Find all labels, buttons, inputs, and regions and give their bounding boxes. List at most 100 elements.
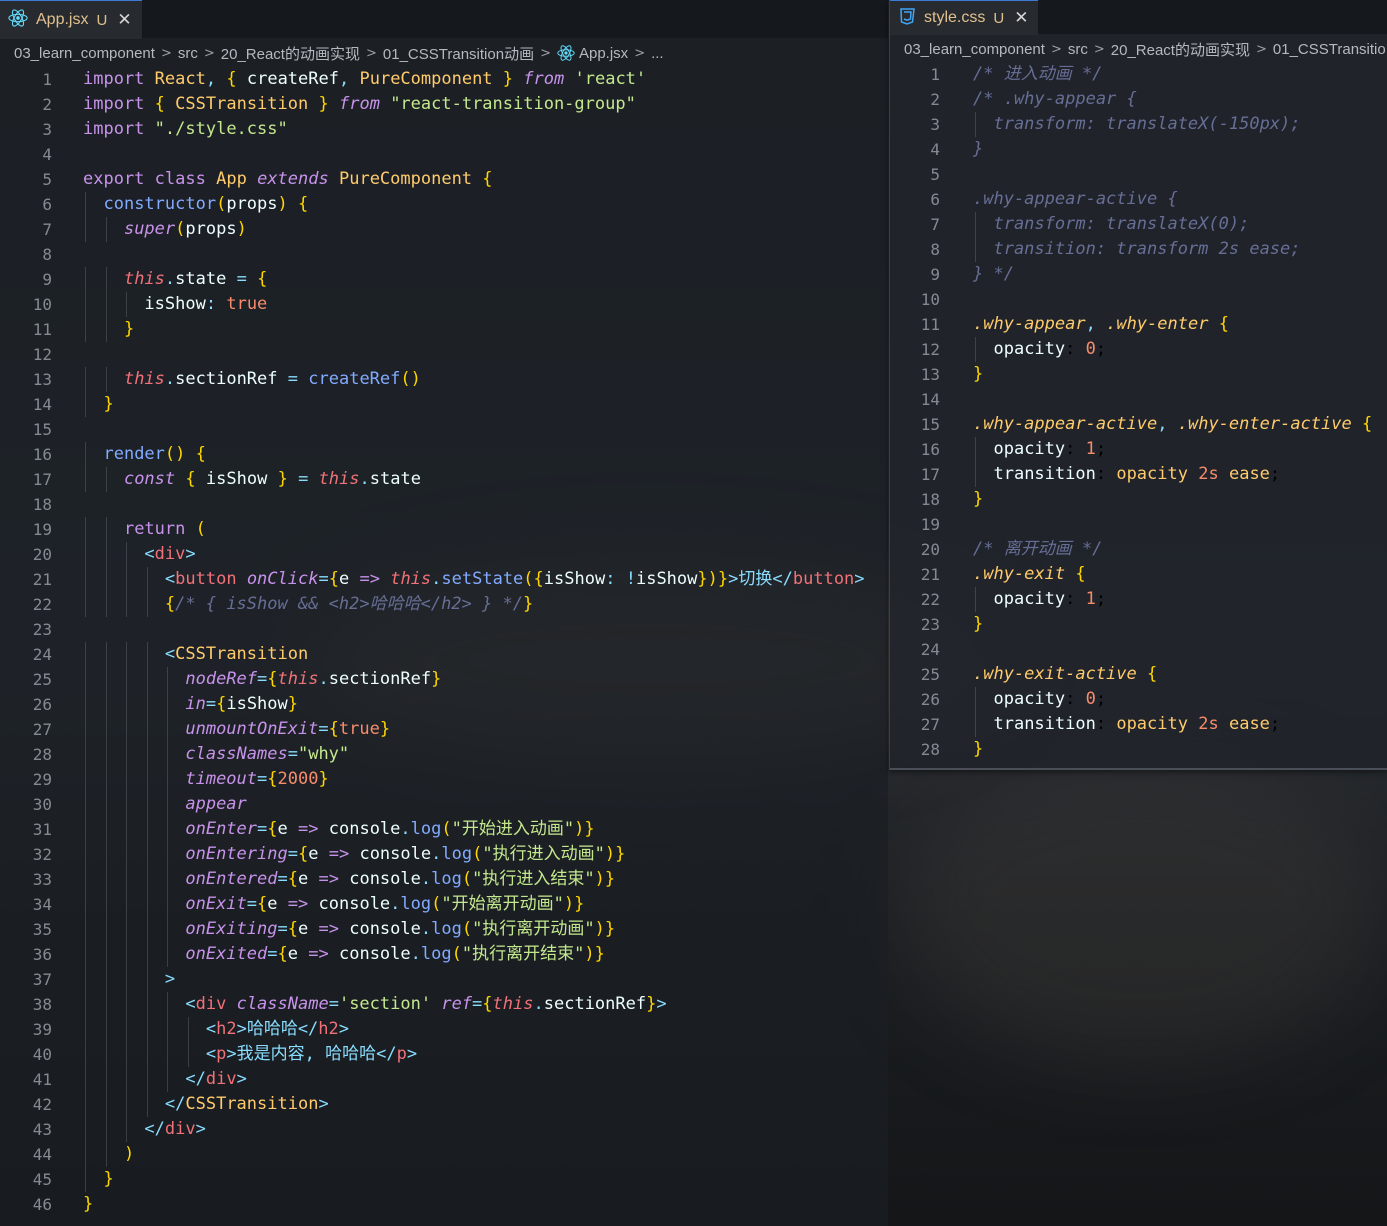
breadcrumb-item[interactable]: 03_learn_component bbox=[904, 41, 1045, 58]
code-line[interactable]: 6 .why-appear-active { bbox=[890, 187, 1387, 212]
code-line[interactable]: 27 unmountOnExit={true} bbox=[0, 717, 888, 742]
code-line[interactable]: 28} bbox=[890, 737, 1387, 762]
code-line[interactable]: 27 transition: opacity 2s ease; bbox=[890, 712, 1387, 737]
code-line[interactable]: 8 bbox=[0, 242, 888, 267]
code-line[interactable]: 25 .why-exit-active { bbox=[890, 662, 1387, 687]
line-number: 45 bbox=[32, 1170, 52, 1189]
breadcrumb-separator: > bbox=[1050, 41, 1062, 57]
code-line[interactable]: 33 onEntered={e => console.log("执行进入结束")… bbox=[0, 867, 888, 892]
tab-style-css[interactable]: style.css U ✕ bbox=[890, 0, 1039, 35]
code-line[interactable]: 41 </div> bbox=[0, 1067, 888, 1092]
code-line[interactable]: 5 bbox=[890, 162, 1387, 187]
code-line[interactable]: 20 <div> bbox=[0, 542, 888, 567]
code-line[interactable]: 11 } bbox=[0, 317, 888, 342]
code-line[interactable]: 31 onEnter={e => console.log("开始进入动画")} bbox=[0, 817, 888, 842]
code-line[interactable]: 24 bbox=[890, 637, 1387, 662]
code-line[interactable]: 16 render() { bbox=[0, 442, 888, 467]
code-line[interactable]: 17 const { isShow } = this.state bbox=[0, 467, 888, 492]
code-line[interactable]: 17 transition: opacity 2s ease; bbox=[890, 462, 1387, 487]
code-line[interactable]: 44 ) bbox=[0, 1142, 888, 1167]
code-line[interactable]: 26 in={isShow} bbox=[0, 692, 888, 717]
breadcrumb-item[interactable]: ... bbox=[651, 45, 664, 62]
code-line[interactable]: 34 onExit={e => console.log("开始离开动画")} bbox=[0, 892, 888, 917]
close-icon[interactable]: ✕ bbox=[117, 10, 131, 30]
code-line[interactable]: 43 </div> bbox=[0, 1117, 888, 1142]
code-line[interactable]: 3 import "./style.css" bbox=[0, 117, 888, 142]
code-line[interactable]: 6 constructor(props) { bbox=[0, 192, 888, 217]
breadcrumb-item[interactable]: 20_React的动画实现 bbox=[1111, 39, 1250, 60]
code-line[interactable]: 24 <CSSTransition bbox=[0, 642, 888, 667]
code-line[interactable]: 37 > bbox=[0, 967, 888, 992]
code-line[interactable]: 7 super(props) bbox=[0, 217, 888, 242]
code-line[interactable]: 38 <div className='section' ref={this.se… bbox=[0, 992, 888, 1017]
breadcrumb-item[interactable]: 20_React的动画实现 bbox=[221, 43, 360, 64]
code-line[interactable]: 21 .why-exit { bbox=[890, 562, 1387, 587]
code-line[interactable]: 35 onExiting={e => console.log("执行离开动画")… bbox=[0, 917, 888, 942]
code-line[interactable]: 29 timeout={2000} bbox=[0, 767, 888, 792]
code-line[interactable]: 20 /* 离开动画 */ bbox=[890, 537, 1387, 562]
tab-app-jsx[interactable]: App.jsx U ✕ bbox=[0, 0, 142, 39]
code-line[interactable]: 39 <h2>哈哈哈</h2> bbox=[0, 1017, 888, 1042]
code-line[interactable]: 19 return ( bbox=[0, 517, 888, 542]
code-line[interactable]: 14 } bbox=[0, 392, 888, 417]
code-line[interactable]: 11 .why-appear, .why-enter { bbox=[890, 312, 1387, 337]
code-line[interactable]: 10 bbox=[890, 287, 1387, 312]
code-line[interactable]: 4 bbox=[0, 142, 888, 167]
code-line[interactable]: 28 classNames="why" bbox=[0, 742, 888, 767]
breadcrumb-item[interactable]: 01_CSSTransition动画 bbox=[383, 43, 534, 64]
code-line[interactable]: 3 transform: translateX(-150px); bbox=[890, 112, 1387, 137]
close-icon[interactable]: ✕ bbox=[1014, 8, 1028, 28]
editor-style-css[interactable]: style.css U ✕ 03_learn_component > src >20_… bbox=[889, 0, 1387, 770]
indent-guide bbox=[126, 842, 128, 867]
code-line[interactable]: 25 nodeRef={this.sectionRef} bbox=[0, 667, 888, 692]
code-line[interactable]: 22 {/* { isShow && <h2>哈哈哈</h2> } */} bbox=[0, 592, 888, 617]
code-line[interactable]: 12 bbox=[0, 342, 888, 367]
indent-guide bbox=[167, 667, 169, 692]
code-line[interactable]: 13} bbox=[890, 362, 1387, 387]
code-line[interactable]: 30 appear bbox=[0, 792, 888, 817]
code-line[interactable]: 18} bbox=[890, 487, 1387, 512]
code-line[interactable]: 12 opacity: 0; bbox=[890, 337, 1387, 362]
code-area[interactable]: 1 /* 进入动画 */ 2 /* .why-appear {3 transform:… bbox=[890, 62, 1387, 762]
code-line[interactable]: 8 transition: transform 2s ease; bbox=[890, 237, 1387, 262]
breadcrumb-item[interactable]: src bbox=[1068, 41, 1088, 58]
code-line[interactable]: 13 this.sectionRef = createRef() bbox=[0, 367, 888, 392]
code-line[interactable]: 26 opacity: 0; bbox=[890, 687, 1387, 712]
editor-app-jsx[interactable]: App.jsx U ✕ 03_learn_component > src >20_Re… bbox=[0, 0, 888, 1226]
code-line[interactable]: 46} bbox=[0, 1192, 888, 1217]
indent-guide bbox=[167, 842, 169, 867]
code-line[interactable]: 21 <button onClick={e => this.setState({… bbox=[0, 567, 888, 592]
code-line[interactable]: 2 import { CSSTransition } from "react-tr… bbox=[0, 92, 888, 117]
code-line[interactable]: 4} bbox=[890, 137, 1387, 162]
indent-guide bbox=[126, 892, 128, 917]
code-line[interactable]: 45 } bbox=[0, 1167, 888, 1192]
code-line[interactable]: 14 bbox=[890, 387, 1387, 412]
code-line[interactable]: 23} bbox=[890, 612, 1387, 637]
code-line[interactable]: 1 import React, { createRef, PureComponen… bbox=[0, 67, 888, 92]
code-line[interactable]: 5 export class App extends PureComponent … bbox=[0, 167, 888, 192]
breadcrumb-item[interactable]: 03_learn_component bbox=[14, 45, 155, 62]
breadcrumb: 03_learn_component > src >20_React的动画实现 >01_… bbox=[0, 38, 888, 68]
code-line[interactable]: 9 this.state = { bbox=[0, 267, 888, 292]
code-line[interactable]: 7 transform: translateX(0); bbox=[890, 212, 1387, 237]
code-line[interactable]: 15 bbox=[0, 417, 888, 442]
code-area[interactable]: 1 import React, { createRef, PureComponen… bbox=[0, 67, 888, 1217]
breadcrumb-item[interactable]: src bbox=[178, 45, 198, 62]
code-line[interactable]: 36 onExited={e => console.log("执行离开结束")} bbox=[0, 942, 888, 967]
code-line[interactable]: 23 bbox=[0, 617, 888, 642]
code-line[interactable]: 2 /* .why-appear { bbox=[890, 87, 1387, 112]
breadcrumb-item[interactable]: 01_CSSTransitio bbox=[1273, 41, 1386, 58]
code-line[interactable]: 16 opacity: 1; bbox=[890, 437, 1387, 462]
code-line[interactable]: 32 onEntering={e => console.log("执行进入动画"… bbox=[0, 842, 888, 867]
indent-guide bbox=[85, 892, 86, 917]
code-line[interactable]: 42 </CSSTransition> bbox=[0, 1092, 888, 1117]
code-line[interactable]: 40 <p>我是内容, 哈哈哈</p> bbox=[0, 1042, 888, 1067]
code-line[interactable]: 19 bbox=[890, 512, 1387, 537]
code-line[interactable]: 22 opacity: 1; bbox=[890, 587, 1387, 612]
code-line[interactable]: 1 /* 进入动画 */ bbox=[890, 62, 1387, 87]
code-line[interactable]: 9} */ bbox=[890, 262, 1387, 287]
code-line[interactable]: 10 isShow: true bbox=[0, 292, 888, 317]
breadcrumb-item[interactable]: App.jsx bbox=[557, 44, 628, 62]
code-line[interactable]: 18 bbox=[0, 492, 888, 517]
code-line[interactable]: 15 .why-appear-active, .why-enter-active … bbox=[890, 412, 1387, 437]
